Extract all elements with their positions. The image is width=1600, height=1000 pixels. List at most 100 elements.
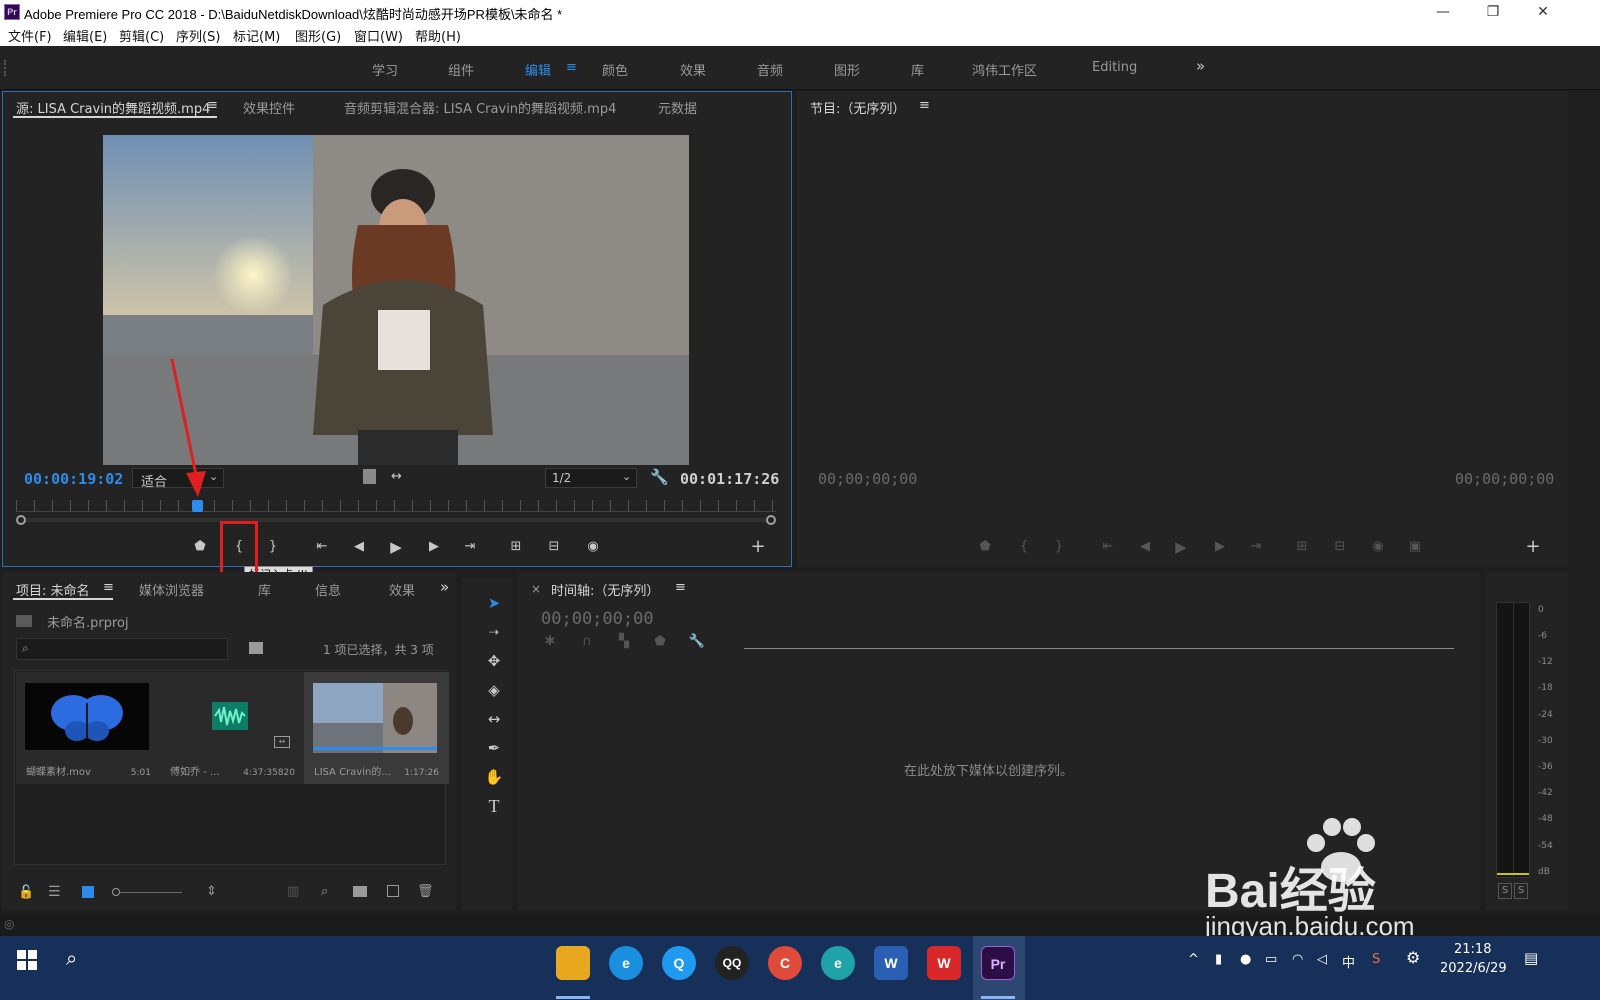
zoom-slider-handle[interactable] xyxy=(112,888,120,896)
workspace-graphics[interactable]: 图形 xyxy=(834,60,860,79)
program-mark-in-icon[interactable]: { xyxy=(1014,537,1034,557)
menu-graphics[interactable]: 图形(G) xyxy=(295,26,341,45)
lock-icon[interactable]: 🔓 xyxy=(18,885,34,900)
tab-audio-clip-mixer[interactable]: 音频剪辑混合器: LISA Cravin的舞蹈视频.mp4 xyxy=(344,98,616,117)
drag-audio-video-icon[interactable]: ↔ xyxy=(391,469,402,484)
battery-icon[interactable]: ▭ xyxy=(1265,952,1277,967)
settings-gear-icon[interactable]: ⚙ xyxy=(1406,948,1420,967)
hand-tool-icon[interactable]: ✋ xyxy=(481,764,507,790)
word-icon[interactable]: W xyxy=(874,946,908,980)
tab-info[interactable]: 信息 xyxy=(315,580,341,599)
time-ruler[interactable] xyxy=(16,500,776,512)
clock-date[interactable]: 2022/6/29 xyxy=(1440,961,1507,976)
solo-left-button[interactable]: S xyxy=(1498,883,1512,899)
automate-to-sequence-icon[interactable]: ▥ xyxy=(287,884,299,899)
menu-clip[interactable]: 剪辑(C) xyxy=(119,26,164,45)
workspace-libraries[interactable]: 库 xyxy=(911,60,924,79)
new-bin-from-search-icon[interactable] xyxy=(249,642,263,654)
clock-time[interactable]: 21:18 xyxy=(1454,942,1491,957)
program-title[interactable]: 节目:（无序列） xyxy=(810,98,905,117)
razor-tool-icon[interactable]: ◈ xyxy=(481,677,507,703)
workspace-audio[interactable]: 音频 xyxy=(757,60,783,79)
program-step-back-icon[interactable]: ◀ xyxy=(1135,537,1155,557)
find-icon[interactable]: ⌕ xyxy=(321,884,328,899)
timeline-timecode[interactable]: 00;00;00;00 xyxy=(541,609,654,629)
taskbar-search-icon[interactable]: ⌕ xyxy=(66,946,77,970)
tab-source[interactable]: 源: LISA Cravin的舞蹈视频.mp4 xyxy=(16,98,210,117)
menu-edit[interactable]: 编辑(E) xyxy=(63,26,107,45)
go-to-out-icon[interactable]: ⇥ xyxy=(460,537,480,557)
menu-window[interactable]: 窗口(W) xyxy=(354,26,403,45)
tab-effect-controls[interactable]: 效果控件 xyxy=(243,98,295,117)
sogou-ime-icon[interactable]: S xyxy=(1372,952,1380,967)
solo-right-button[interactable]: S xyxy=(1514,883,1528,899)
trash-icon[interactable]: 🗑 xyxy=(417,884,434,899)
maximize-button[interactable]: ❐ xyxy=(1468,0,1518,24)
panel-grip[interactable] xyxy=(4,60,8,76)
workspace-assembly[interactable]: 组件 xyxy=(448,60,474,79)
comparison-view-icon[interactable]: ▣ xyxy=(1405,537,1425,557)
edge-icon[interactable]: e xyxy=(821,946,855,980)
selection-tool-icon[interactable]: ➤ xyxy=(481,590,507,616)
windows-start-icon[interactable] xyxy=(17,950,37,970)
workspace-editing[interactable]: 编辑 xyxy=(525,60,551,79)
add-marker-icon[interactable]: ⬟ xyxy=(190,537,210,557)
resolution-dropdown[interactable]: 1/2 ⌄ xyxy=(545,468,637,488)
source-current-time[interactable]: 00:00:19:02 xyxy=(24,470,123,488)
program-go-to-out-icon[interactable]: ⇥ xyxy=(1246,537,1266,557)
menu-help[interactable]: 帮助(H) xyxy=(415,26,461,45)
zoom-slider[interactable] xyxy=(120,892,182,893)
zoom-scrollbar[interactable] xyxy=(20,518,772,522)
file-explorer-icon[interactable] xyxy=(556,946,590,980)
export-frame-camera-icon[interactable]: ◉ xyxy=(583,537,603,557)
wps-icon[interactable]: W xyxy=(927,946,961,980)
tab-media-browser[interactable]: 媒体浏览器 xyxy=(139,580,204,599)
source-panel-menu-icon[interactable]: ≡ xyxy=(207,98,218,113)
ie-browser-icon[interactable]: e xyxy=(609,946,643,980)
workspace-custom[interactable]: 鸿伟工作区 xyxy=(972,60,1037,79)
program-panel-menu-icon[interactable]: ≡ xyxy=(919,98,930,113)
project-item[interactable]: 蝴蝶素材.mov 5:01 xyxy=(16,672,161,784)
program-go-to-in-icon[interactable]: ⇤ xyxy=(1098,537,1118,557)
step-back-icon[interactable]: ◀ xyxy=(349,537,369,557)
program-add-marker-icon[interactable]: ⬟ xyxy=(975,537,995,557)
zoom-handle-right[interactable] xyxy=(766,515,776,525)
tab-libraries[interactable]: 库 xyxy=(258,580,271,599)
new-item-icon[interactable] xyxy=(387,885,399,897)
list-view-icon[interactable]: ☰ xyxy=(48,884,61,900)
go-to-in-icon[interactable]: ⇤ xyxy=(312,537,332,557)
clip-icon[interactable] xyxy=(363,469,376,484)
insert-icon[interactable]: ⊞ xyxy=(506,537,526,557)
menu-sequence[interactable]: 序列(S) xyxy=(176,26,220,45)
icon-view-icon[interactable] xyxy=(82,886,94,898)
project-item-selected[interactable]: LISA Cravin的... 1:17:26 xyxy=(304,672,449,784)
mark-out-button[interactable]: } xyxy=(263,537,283,557)
search-app-icon[interactable]: Q xyxy=(662,946,696,980)
workspace-menu-icon[interactable]: ≡ xyxy=(566,60,577,75)
program-play-icon[interactable]: ▶ xyxy=(1171,537,1191,557)
program-mark-out-icon[interactable]: } xyxy=(1049,537,1069,557)
tab-effects[interactable]: 效果 xyxy=(389,580,415,599)
program-step-forward-icon[interactable]: ▶ xyxy=(1210,537,1230,557)
type-tool-icon[interactable]: T xyxy=(481,793,507,819)
new-bin-icon[interactable] xyxy=(353,886,367,897)
sort-icon[interactable]: ⇕ xyxy=(206,884,217,899)
ime-indicator[interactable]: 中 xyxy=(1342,952,1355,971)
extract-icon[interactable]: ⊟ xyxy=(1330,537,1350,557)
menu-marker[interactable]: 标记(M) xyxy=(233,26,280,45)
program-current-time[interactable]: 00;00;00;00 xyxy=(818,470,917,488)
ripple-edit-tool-icon[interactable]: ✥ xyxy=(481,648,507,674)
volume-icon[interactable]: ◁ xyxy=(1317,952,1327,967)
play-button[interactable]: ▶ xyxy=(386,537,406,557)
settings-wrench-icon[interactable]: 🔧 xyxy=(650,468,669,486)
timeline-title[interactable]: 时间轴:（无序列） xyxy=(551,580,659,599)
timeline-settings-wrench-icon[interactable]: 🔧 xyxy=(687,632,707,652)
linked-selection-icon[interactable]: ▚ xyxy=(614,632,634,652)
workspace-editing-en[interactable]: Editing xyxy=(1092,60,1137,75)
program-button-editor-plus-icon[interactable]: + xyxy=(1523,537,1543,557)
more-workspaces-icon[interactable]: » xyxy=(1196,57,1205,75)
project-panel-menu-icon[interactable]: ≡ xyxy=(103,580,114,595)
close-window-button[interactable]: ✕ xyxy=(1518,0,1568,24)
nest-icon[interactable]: ✱ xyxy=(540,632,560,652)
track-select-tool-icon[interactable]: ⇢ xyxy=(481,619,507,645)
